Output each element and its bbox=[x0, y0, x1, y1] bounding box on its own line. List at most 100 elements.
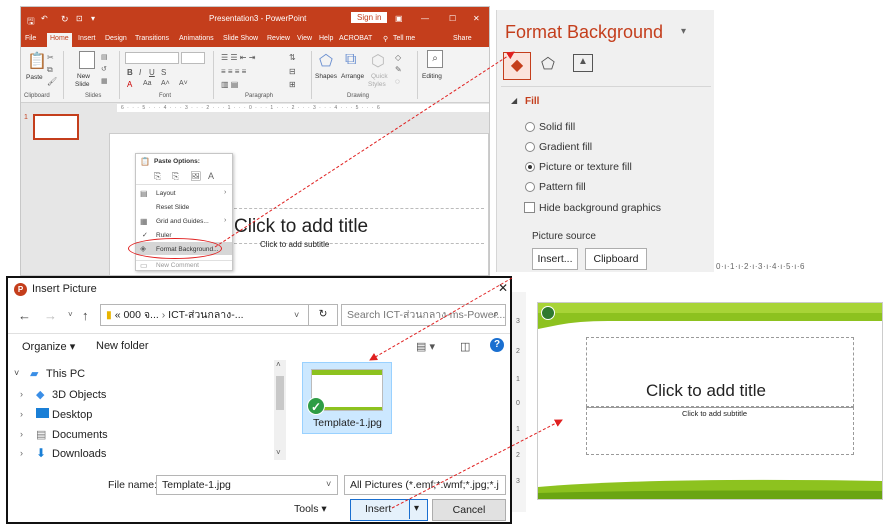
solid-fill-label[interactable]: Solid fill bbox=[539, 121, 575, 133]
insert-dropdown-icon[interactable]: ▾ bbox=[414, 503, 419, 514]
section-icon[interactable]: ▦ bbox=[101, 77, 108, 85]
search-input[interactable]: Search ICT-ส่วนกลาง-ms-Power... bbox=[341, 304, 506, 326]
slide-preview[interactable]: Click to add title Click to add subtitle bbox=[537, 302, 883, 500]
pattern-fill-label[interactable]: Pattern fill bbox=[539, 181, 586, 193]
view-options-icon[interactable]: ▤ ▾ bbox=[416, 340, 435, 353]
expand-icon[interactable]: › bbox=[20, 389, 23, 399]
picture-fill-label[interactable]: Picture or texture fill bbox=[539, 161, 632, 173]
smartart-icon[interactable]: ⊞ bbox=[289, 80, 296, 89]
undo-icon[interactable]: ↶ bbox=[41, 14, 48, 23]
cancel-button[interactable]: Cancel bbox=[432, 499, 506, 521]
tell-me-input[interactable]: Tell me bbox=[393, 35, 415, 42]
strikethrough-icon[interactable]: S bbox=[161, 68, 166, 77]
new-slide-icon[interactable] bbox=[79, 51, 95, 69]
slide-thumbnail-1[interactable] bbox=[33, 114, 79, 140]
menu-grid-and-guides[interactable]: Grid and Guides... bbox=[156, 218, 209, 225]
cut-icon[interactable]: ✂ bbox=[47, 53, 54, 62]
tab-acrobat[interactable]: ACROBAT bbox=[339, 35, 372, 42]
new-folder-button[interactable]: New folder bbox=[96, 340, 149, 352]
maximize-icon[interactable]: ☐ bbox=[449, 14, 456, 23]
tab-review[interactable]: Review bbox=[267, 35, 290, 42]
tree-desktop[interactable]: Desktop bbox=[52, 409, 92, 421]
picture-tab-icon[interactable]: ▲ bbox=[573, 54, 593, 72]
hide-background-checkbox[interactable] bbox=[524, 202, 535, 213]
menu-new-comment[interactable]: New Comment bbox=[156, 262, 199, 269]
quick-styles-icon[interactable]: ⬡ bbox=[371, 51, 385, 71]
pattern-fill-radio[interactable] bbox=[525, 182, 535, 192]
save-icon[interactable]: 🖫 bbox=[27, 14, 35, 30]
paste-text-only-icon[interactable]: A bbox=[208, 171, 214, 181]
start-from-beginning-icon[interactable]: ⊡ bbox=[76, 14, 83, 23]
font-size-select[interactable] bbox=[181, 52, 205, 64]
paste-keep-formatting-icon[interactable]: ⎘ bbox=[154, 171, 161, 182]
file-type-select[interactable]: All Pictures (*.emf;*.wmf;*.jpg;*.j bbox=[344, 475, 506, 495]
tab-animations[interactable]: Animations bbox=[179, 35, 214, 42]
close-icon[interactable]: ✕ bbox=[473, 14, 480, 23]
hide-background-label[interactable]: Hide background graphics bbox=[539, 202, 661, 214]
shape-outline-icon[interactable]: ✎ bbox=[395, 65, 402, 74]
align-icon[interactable]: ≡ ≡ ≡ ≡ bbox=[221, 67, 246, 76]
tab-help[interactable]: Help bbox=[319, 35, 333, 42]
paste-icon[interactable]: 📋 bbox=[27, 51, 47, 71]
dialog-close-icon[interactable]: ✕ bbox=[498, 281, 508, 295]
copy-icon[interactable]: ⧉ bbox=[47, 65, 53, 75]
paste-picture-icon[interactable]: 🖼 bbox=[190, 171, 201, 182]
reset-icon[interactable]: ↺ bbox=[101, 65, 107, 73]
customize-qat-icon[interactable]: ▾ bbox=[91, 14, 95, 23]
breadcrumb-1[interactable]: « 000 จ... bbox=[115, 309, 159, 321]
tree-scrollbar[interactable]: ˄ ˅ bbox=[274, 360, 286, 460]
recent-locations-icon[interactable]: ˅ bbox=[68, 310, 73, 319]
tab-slide-show[interactable]: Slide Show bbox=[223, 35, 258, 42]
paste-destination-theme-icon[interactable]: ⎘ bbox=[172, 171, 179, 182]
menu-reset-slide[interactable]: Reset Slide bbox=[156, 204, 189, 211]
up-icon[interactable]: ↑ bbox=[82, 308, 89, 323]
redo-icon[interactable]: ↻ bbox=[61, 14, 69, 25]
scroll-down-icon[interactable]: ˅ bbox=[276, 448, 281, 457]
tree-documents[interactable]: Documents bbox=[52, 429, 108, 441]
tab-transitions[interactable]: Transitions bbox=[135, 35, 169, 42]
gradient-fill-radio[interactable] bbox=[525, 142, 535, 152]
scroll-thumb[interactable] bbox=[276, 376, 284, 410]
find-icon[interactable]: ⌕ bbox=[427, 50, 443, 68]
expand-this-pc-icon[interactable]: ˅ bbox=[14, 368, 19, 378]
tab-insert[interactable]: Insert bbox=[78, 35, 96, 42]
address-dropdown-icon[interactable]: ˅ bbox=[294, 310, 299, 320]
expand-icon[interactable]: › bbox=[20, 429, 23, 439]
shape-fill-icon[interactable]: ◇ bbox=[395, 53, 401, 62]
refresh-button[interactable]: ↻ bbox=[308, 304, 338, 326]
fill-tab-icon[interactable]: ◆ bbox=[503, 52, 531, 80]
gradient-fill-label[interactable]: Gradient fill bbox=[539, 141, 592, 153]
collapse-fill-icon[interactable]: ◢ bbox=[511, 96, 517, 105]
bold-icon[interactable]: B bbox=[127, 68, 133, 77]
font-color-icon[interactable]: A bbox=[127, 80, 132, 89]
sign-in-button[interactable]: Sign in bbox=[351, 12, 388, 23]
picture-fill-radio[interactable] bbox=[525, 162, 535, 172]
pane-options-icon[interactable]: ▾ bbox=[681, 26, 686, 37]
scroll-up-icon[interactable]: ˄ bbox=[276, 360, 281, 369]
clipboard-button[interactable]: Clipboard bbox=[585, 248, 647, 270]
preview-pane-icon[interactable]: ◫ bbox=[460, 340, 470, 353]
solid-fill-radio[interactable] bbox=[525, 122, 535, 132]
file-name-input[interactable]: Template-1.jpg bbox=[156, 475, 338, 495]
align-text-icon[interactable]: ⊟ bbox=[289, 67, 296, 76]
organize-menu[interactable]: Organize ▾ bbox=[22, 340, 75, 353]
file-name-dropdown-icon[interactable]: ˅ bbox=[326, 479, 331, 489]
underline-icon[interactable]: U bbox=[149, 68, 155, 77]
grow-font-icon[interactable]: A˄ bbox=[161, 80, 170, 87]
tools-menu[interactable]: Tools ▾ bbox=[294, 503, 327, 515]
tab-view[interactable]: View bbox=[297, 35, 312, 42]
tab-home[interactable]: Home bbox=[47, 33, 72, 47]
tree-downloads[interactable]: Downloads bbox=[52, 448, 106, 460]
format-painter-icon[interactable]: 🖌 bbox=[47, 77, 57, 86]
file-item-template-1[interactable]: ✓ Template-1.jpg bbox=[302, 362, 392, 434]
fill-section-header[interactable]: Fill bbox=[525, 96, 539, 107]
columns-icon[interactable]: ▥ ▤ bbox=[221, 80, 238, 89]
minimize-icon[interactable]: — bbox=[421, 14, 429, 23]
layout-icon[interactable]: ▤ bbox=[101, 53, 108, 61]
breadcrumb-2[interactable]: ICT-ส่วนกลาง-... bbox=[168, 309, 243, 321]
font-size-change-icon[interactable]: Aa bbox=[143, 80, 152, 87]
italic-icon[interactable]: I bbox=[139, 68, 141, 77]
tree-this-pc[interactable]: This PC bbox=[46, 368, 85, 380]
help-icon[interactable]: ? bbox=[490, 338, 504, 352]
forward-icon[interactable]: → bbox=[44, 308, 57, 323]
